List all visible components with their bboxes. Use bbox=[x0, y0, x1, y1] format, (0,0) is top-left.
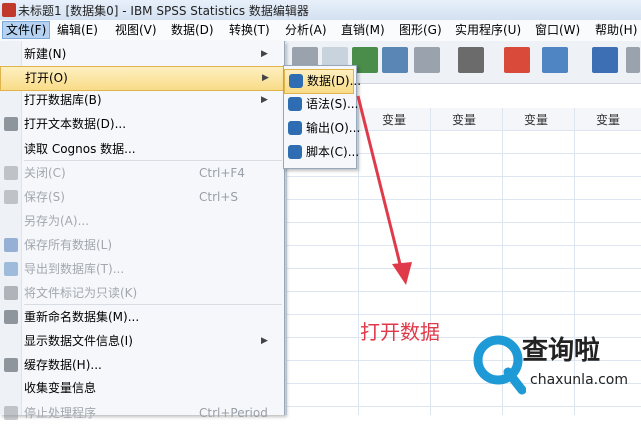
menu-item-1[interactable]: 编辑(E) bbox=[54, 22, 101, 38]
file-menu-item-label: 缓存数据(H)... bbox=[24, 358, 102, 372]
file-menu-item-4[interactable]: 读取 Cognos 数据... bbox=[0, 138, 284, 161]
split-file-icon[interactable] bbox=[592, 47, 618, 73]
menu-item-3[interactable]: 数据(D) bbox=[168, 22, 217, 38]
submenu-arrow-icon: ▶ bbox=[261, 49, 268, 59]
menu-item-6[interactable]: 直销(M) bbox=[338, 22, 388, 38]
file-menu-item-0[interactable]: 新建(N) ▶ bbox=[0, 43, 284, 66]
file-menu-item-10[interactable]: 将文件标记为只读(K) bbox=[0, 282, 284, 305]
submenu-arrow-icon: ▶ bbox=[261, 336, 268, 346]
column-header[interactable]: 变量 bbox=[452, 111, 476, 128]
file-menu-item-label: 导出到数据库(T)... bbox=[24, 262, 125, 276]
file-menu-item-14[interactable]: 收集变量信息 bbox=[0, 377, 284, 400]
file-menu-item-2[interactable]: 打开数据库(B) ▶ bbox=[0, 89, 284, 112]
file-menu-item-8[interactable]: 保存所有数据(L) bbox=[0, 234, 284, 257]
find-binoculars-icon[interactable] bbox=[458, 47, 484, 73]
file-menu-item-1[interactable]: 打开(O) ▶ bbox=[0, 66, 284, 91]
window-titlebar: 未标题1 [数据集0] - IBM SPSS Statistics 数据编辑器 bbox=[0, 0, 641, 21]
rename-dataset-icon bbox=[4, 310, 18, 324]
menu-item-5[interactable]: 分析(A) bbox=[282, 22, 330, 38]
file-menu-item-15[interactable]: 停止处理程序 Ctrl+Period bbox=[0, 402, 284, 425]
file-menu: 新建(N) ▶ 打开(O) ▶ 打开数据库(B) ▶ 打开文本数据(D)... 读取 Cogn… bbox=[0, 41, 285, 420]
file-menu-item-label: 重新命名数据集(M)... bbox=[24, 310, 140, 324]
file-menu-item-label: 打开文本数据(D)... bbox=[24, 117, 127, 131]
export-db-icon bbox=[4, 262, 18, 276]
stop-icon bbox=[4, 406, 18, 420]
grid-table-icon[interactable] bbox=[414, 47, 440, 73]
data-file-icon bbox=[289, 74, 303, 88]
file-menu-item-label: 另存为(A)... bbox=[24, 214, 90, 228]
file-menu-item-label: 打开数据库(B) bbox=[24, 93, 102, 107]
save-icon bbox=[4, 190, 18, 204]
output-file-icon bbox=[288, 121, 302, 135]
file-menu-item-3[interactable]: 打开文本数据(D)... bbox=[0, 113, 284, 136]
menu-item-9[interactable]: 窗口(W) bbox=[532, 22, 583, 38]
grid-row-line bbox=[286, 291, 641, 292]
file-menu-item-13[interactable]: 缓存数据(H)... bbox=[0, 354, 284, 377]
file-menu-item-12[interactable]: 显示数据文件信息(I) ▶ bbox=[0, 330, 284, 353]
cache-data-icon bbox=[4, 358, 18, 372]
column-header[interactable]: 变量 bbox=[524, 111, 548, 128]
annotation-arrow bbox=[356, 95, 412, 285]
grid-row-line bbox=[286, 314, 641, 315]
watermark-url: chaxunla.com bbox=[530, 372, 628, 388]
text-data-icon bbox=[4, 117, 18, 131]
file-menu-item-label: 新建(N) bbox=[24, 47, 67, 61]
file-menu-item-label: 停止处理程序 bbox=[24, 406, 97, 420]
chart-builder-icon[interactable] bbox=[542, 47, 568, 73]
submenu-arrow-icon: ▶ bbox=[261, 95, 268, 105]
file-menu-item-5[interactable]: 关闭(C) Ctrl+F4 bbox=[0, 162, 284, 185]
file-menu-item-7[interactable]: 另存为(A)... bbox=[0, 210, 284, 233]
column-header[interactable]: 变量 bbox=[596, 111, 620, 128]
save-all-icon bbox=[4, 238, 18, 252]
file-menu-item-11[interactable]: 重新命名数据集(M)... bbox=[0, 306, 284, 329]
annotation-label: 打开数据 bbox=[360, 320, 440, 344]
watermark-logo-icon bbox=[473, 335, 526, 395]
script-file-icon bbox=[288, 145, 302, 159]
file-menu-item-label: 读取 Cognos 数据... bbox=[24, 142, 136, 156]
weight-cases-icon[interactable] bbox=[626, 47, 640, 73]
menu-bar: 文件(F) 编辑(E) 视图(V) 数据(D) 转换(T) 分析(A) 直销(M) 图形(G)… bbox=[0, 20, 641, 42]
file-menu-item-label: 保存所有数据(L) bbox=[24, 238, 113, 252]
menu-item-10[interactable]: 帮助(H) bbox=[592, 22, 640, 38]
file-menu-item-9[interactable]: 导出到数据库(T)... bbox=[0, 258, 284, 281]
shortcut-label: Ctrl+Period bbox=[199, 406, 268, 420]
file-menu-item-label: 保存(S) bbox=[24, 190, 65, 204]
variable-view-icon[interactable] bbox=[382, 47, 408, 73]
syntax-file-icon bbox=[288, 97, 302, 111]
watermark-brand: 查询啦 bbox=[522, 336, 601, 366]
file-menu-item-6[interactable]: 保存(S) Ctrl+S bbox=[0, 186, 284, 209]
file-menu-item-label: 收集变量信息 bbox=[24, 381, 97, 395]
readonly-icon bbox=[4, 286, 18, 300]
menu-item-4[interactable]: 转换(T) bbox=[226, 22, 273, 38]
close-doc-icon bbox=[4, 166, 18, 180]
submenu-arrow-icon: ▶ bbox=[262, 73, 269, 83]
menu-item-8[interactable]: 实用程序(U) bbox=[452, 22, 524, 38]
menu-item-0[interactable]: 文件(F) bbox=[2, 21, 51, 39]
file-menu-item-label: 将文件标记为只读(K) bbox=[24, 286, 138, 300]
file-menu-item-label: 显示数据文件信息(I) bbox=[24, 334, 133, 348]
window-title: 未标题1 [数据集0] - IBM SPSS Statistics 数据编辑器 bbox=[18, 4, 309, 18]
insert-cases-icon[interactable] bbox=[504, 47, 530, 73]
watermark: 查询啦 chaxunla.com bbox=[470, 330, 640, 410]
shortcut-label: Ctrl+S bbox=[199, 190, 239, 204]
menu-item-7[interactable]: 图形(G) bbox=[396, 22, 445, 38]
file-menu-item-label: 打开(O) bbox=[25, 71, 68, 85]
grid-column-line bbox=[430, 108, 431, 415]
spss-app-icon bbox=[2, 3, 16, 17]
shortcut-label: Ctrl+F4 bbox=[199, 166, 245, 180]
file-menu-item-label: 关闭(C) bbox=[24, 166, 66, 180]
menu-item-2[interactable]: 视图(V) bbox=[112, 22, 160, 38]
